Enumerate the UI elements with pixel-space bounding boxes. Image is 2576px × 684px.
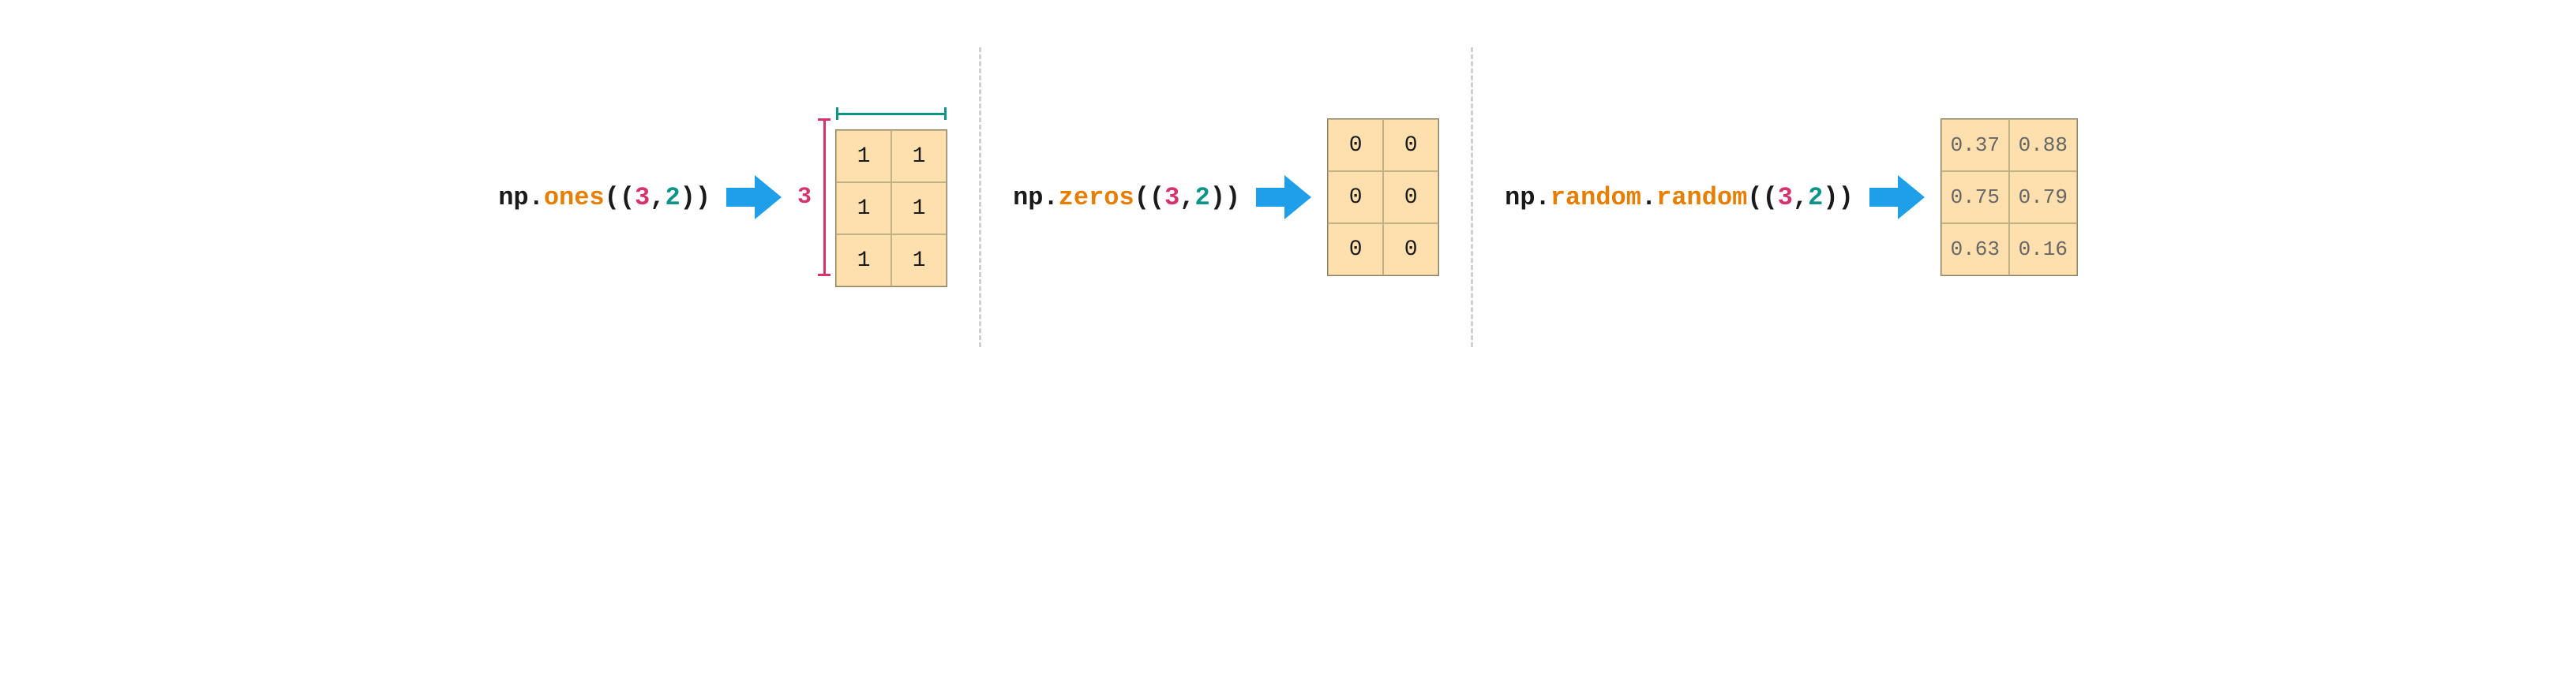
arrow-icon <box>1256 172 1311 222</box>
token-rows: 3 <box>635 183 650 212</box>
token-dot: . <box>1043 183 1058 212</box>
token-cols: 2 <box>665 183 680 212</box>
token-close: )) <box>681 183 711 212</box>
vertical-divider <box>979 47 981 347</box>
token-open: (( <box>1747 183 1777 212</box>
token-module: random <box>1550 183 1641 212</box>
cell: 0 <box>1383 119 1438 171</box>
cell: 0.79 <box>2009 171 2077 223</box>
cell: 0.88 <box>2009 119 2077 171</box>
matrix-column-group: 1 1 1 1 1 1 <box>835 107 947 287</box>
arrow-icon <box>726 172 782 222</box>
cell: 0.37 <box>1941 119 2009 171</box>
token-comma: , <box>1179 183 1194 212</box>
cell: 0 <box>1328 119 1383 171</box>
row-dimension-label: 3 <box>797 184 812 211</box>
vertical-divider <box>1471 47 1473 347</box>
token-dot: . <box>529 183 544 212</box>
token-open: (( <box>605 183 635 212</box>
cell: 0 <box>1328 171 1383 223</box>
cell: 0 <box>1383 171 1438 223</box>
col-bracket <box>836 107 947 120</box>
token-comma: , <box>650 183 665 212</box>
cell: 1 <box>836 182 891 234</box>
token-comma: , <box>1793 183 1808 212</box>
token-close: )) <box>1210 183 1240 212</box>
token-dot: . <box>1535 183 1550 212</box>
cell: 1 <box>891 130 947 182</box>
token-np: np <box>498 183 528 212</box>
token-close: )) <box>1823 183 1853 212</box>
token-func: random <box>1656 183 1747 212</box>
row-bracket <box>818 118 831 276</box>
token-func: zeros <box>1059 183 1134 212</box>
arrow-icon <box>1869 172 1925 222</box>
code-ones: np.ones((3,2)) <box>498 183 711 212</box>
cell: 1 <box>836 234 891 286</box>
cell: 1 <box>891 182 947 234</box>
code-zeros: np.zeros((3,2)) <box>1013 183 1240 212</box>
panel-ones: np.ones((3,2)) 3 1 1 1 1 1 1 <box>498 107 947 287</box>
token-cols: 2 <box>1195 183 1210 212</box>
cell: 0.63 <box>1941 223 2009 275</box>
panel-random: np.random.random((3,2)) 0.37 0.88 0.75 0… <box>1505 118 2078 276</box>
matrix-random: 0.37 0.88 0.75 0.79 0.63 0.16 <box>1940 118 2078 276</box>
cell: 0.75 <box>1941 171 2009 223</box>
matrix-ones: 1 1 1 1 1 1 <box>835 129 947 287</box>
cell: 0 <box>1328 223 1383 275</box>
token-cols: 2 <box>1808 183 1823 212</box>
panel-zeros: np.zeros((3,2)) 0 0 0 0 0 0 <box>1013 118 1439 276</box>
cell: 0.16 <box>2009 223 2077 275</box>
diagram-container: np.ones((3,2)) 3 1 1 1 1 1 1 <box>498 47 2078 347</box>
cell: 1 <box>836 130 891 182</box>
token-rows: 3 <box>1778 183 1793 212</box>
token-open: (( <box>1134 183 1164 212</box>
matrix-zeros: 0 0 0 0 0 0 <box>1327 118 1439 276</box>
matrix-ones-wrap: 3 1 1 1 1 1 1 <box>797 107 947 287</box>
token-np: np <box>1505 183 1535 212</box>
token-rows: 3 <box>1164 183 1179 212</box>
token-np: np <box>1013 183 1043 212</box>
token-func: ones <box>544 183 605 212</box>
cell: 1 <box>891 234 947 286</box>
cell: 0 <box>1383 223 1438 275</box>
token-dot: . <box>1641 183 1656 212</box>
code-random: np.random.random((3,2)) <box>1505 183 1854 212</box>
